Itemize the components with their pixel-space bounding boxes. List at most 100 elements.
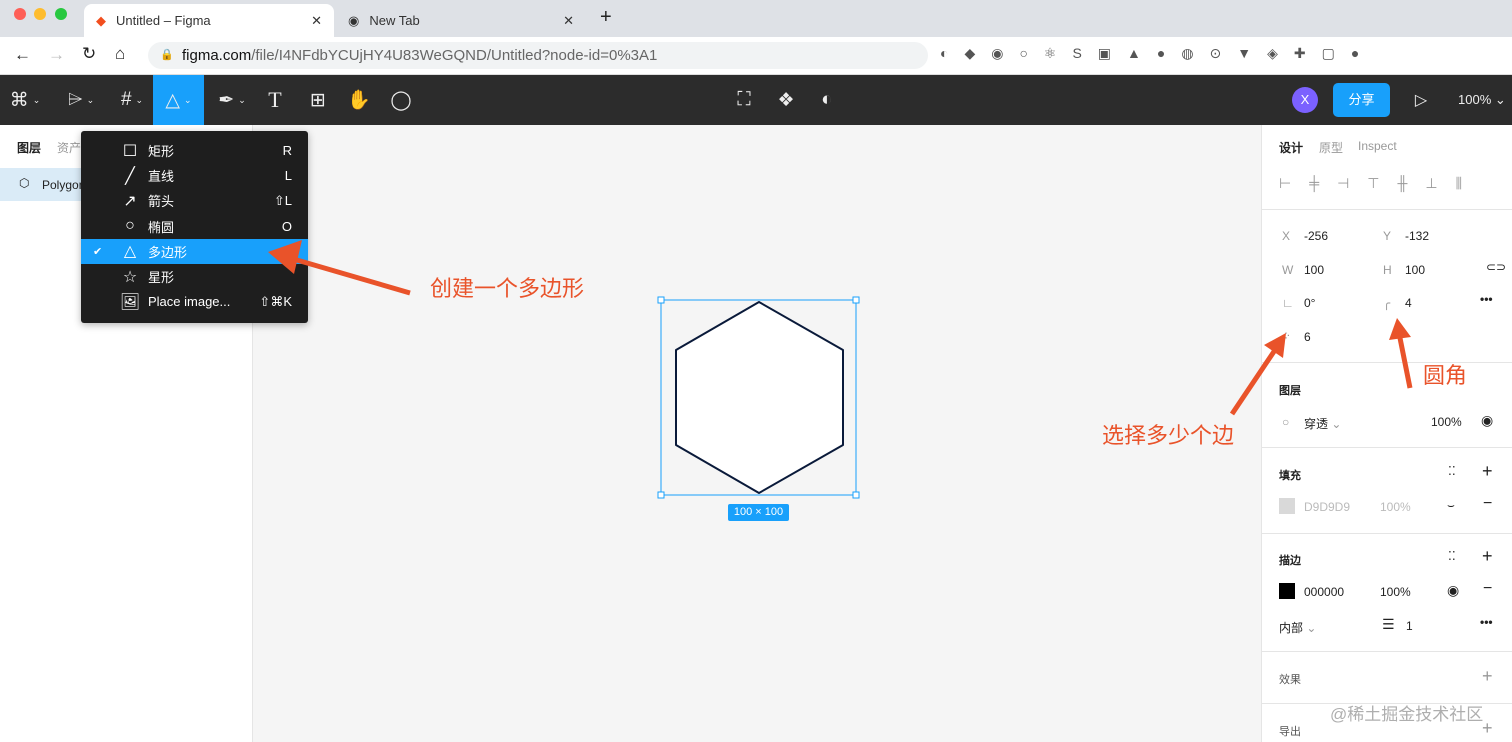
home-icon[interactable]: ⌂ — [115, 44, 125, 64]
shape-tool-button[interactable]: △ ⌄ — [153, 75, 204, 125]
stroke-swatch[interactable] — [1279, 583, 1295, 599]
blend-mode-dropdown[interactable]: 穿透 ⌄ — [1304, 415, 1341, 432]
hidden-eye-icon[interactable]: ⌣ — [1447, 498, 1455, 513]
add-effect-icon[interactable]: + — [1482, 666, 1493, 687]
extension-icons[interactable]: ◐◆◉○⚛S▣▲●◍⊙▼◈✚▢● — [940, 45, 1375, 62]
figma-toolbar: ⌘ ⌄ ⌲ ⌄ # ⌄ △ ⌄ ✒ ⌄ T ⊞ ✋ ◯ ⛶ ❖ ◐ X 分享 ▷ 100%… — [0, 75, 1512, 125]
present-button[interactable]: ▷ — [1410, 75, 1432, 125]
hexagon-shape[interactable] — [675, 301, 844, 494]
triangle-icon: △ — [165, 89, 181, 111]
polygon-icon: ⬡ — [19, 176, 30, 190]
minimize-window-button[interactable] — [34, 8, 46, 20]
more-options-icon[interactable]: ••• — [1480, 292, 1493, 306]
fill-swatch[interactable] — [1279, 498, 1295, 514]
frame-selection-icon: ⛶ — [737, 89, 751, 110]
x-input[interactable]: -256 — [1304, 229, 1328, 243]
forward-icon[interactable]: → — [48, 45, 65, 65]
layer-opacity-input[interactable]: 100% — [1431, 415, 1462, 429]
eye-icon[interactable]: ◉ — [1447, 582, 1459, 599]
point-count-icon: ⁘ — [1281, 329, 1292, 343]
figma-logo-icon: ⌘ — [9, 89, 29, 111]
tab-layers[interactable]: 图层 — [17, 139, 41, 156]
tab-title: Untitled – Figma — [116, 13, 211, 28]
menu-item-star[interactable]: ☆ 星形 — [81, 264, 308, 289]
polygon-icon: △ — [123, 243, 137, 261]
menu-label: 椭圆 — [148, 219, 175, 235]
more-options-icon[interactable]: ••• — [1480, 615, 1493, 629]
export-section-title: 导出 — [1279, 726, 1301, 738]
arrow-icon: ↗ — [123, 192, 137, 210]
main-menu-button[interactable]: ⌘ ⌄ — [6, 75, 44, 125]
frame-icon: # — [120, 89, 132, 110]
move-tool-button[interactable]: ⌲ ⌄ — [60, 75, 102, 125]
styles-icon[interactable]: ⁚⁚ — [1448, 464, 1456, 478]
close-window-button[interactable] — [14, 8, 26, 20]
menu-item-place-image[interactable]: 🖼 Place image... ⇧⌘K — [81, 289, 308, 314]
menu-item-arrow[interactable]: ↗ 箭头 ⇧L — [81, 188, 308, 213]
resources-icon: ⊞ — [310, 89, 326, 111]
reload-icon[interactable]: ↻ — [82, 44, 96, 64]
stroke-weight-input[interactable]: 1 — [1406, 619, 1413, 633]
hand-tool-button[interactable]: ✋ — [345, 75, 373, 125]
menu-item-line[interactable]: ╱ 直线 L — [81, 163, 308, 188]
tab-figma[interactable]: ◆ Untitled – Figma ✕ — [84, 4, 334, 37]
fill-opacity-input[interactable]: 100% — [1380, 500, 1411, 514]
styles-icon[interactable]: ⁚⁚ — [1448, 549, 1456, 563]
menu-item-ellipse[interactable]: ○ 椭圆 O — [81, 214, 308, 239]
stroke-section-title: 描边 — [1279, 555, 1301, 567]
constrain-proportions-icon[interactable]: ⊂⊃ — [1486, 260, 1506, 274]
rotation-input[interactable]: 0° — [1304, 296, 1315, 310]
figma-icon: ◆ — [96, 12, 106, 28]
tab-prototype[interactable]: 原型 — [1319, 139, 1343, 156]
ellipse-icon: ○ — [125, 217, 135, 235]
stroke-opacity-input[interactable]: 100% — [1380, 585, 1411, 599]
frame-tool-button[interactable]: # ⌄ — [112, 75, 152, 125]
close-tab-icon[interactable]: ✕ — [563, 13, 574, 29]
create-component-button[interactable]: ❖ — [772, 75, 800, 125]
point-count-input[interactable]: 6 — [1304, 330, 1311, 344]
width-input[interactable]: 100 — [1304, 263, 1324, 277]
maximize-window-button[interactable] — [55, 8, 67, 20]
menu-shortcut: R — [282, 143, 292, 159]
text-tool-button[interactable]: T — [262, 75, 288, 125]
stroke-position-dropdown[interactable]: 内部 ⌄ — [1279, 619, 1316, 636]
height-input[interactable]: 100 — [1405, 263, 1425, 277]
avatar[interactable]: X — [1292, 87, 1318, 113]
menu-item-polygon[interactable]: ✔ △ 多边形 — [81, 238, 308, 264]
url-input[interactable]: 🔒 figma.com/file/I4NFdbYCUjHY4U83WeGQND/… — [148, 42, 928, 69]
new-tab-button[interactable]: + — [600, 6, 612, 29]
fill-color-input[interactable]: D9D9D9 — [1304, 500, 1350, 514]
component-tool-button[interactable]: ⛶ — [730, 75, 758, 125]
tab-new-tab[interactable]: ◉ New Tab ✕ — [336, 4, 586, 37]
pen-tool-button[interactable]: ✒ ⌄ — [212, 75, 252, 125]
alignment-buttons[interactable]: ⊢╪⊣⊤╫⊥⫼ — [1279, 175, 1480, 192]
eye-icon[interactable]: ◉ — [1481, 412, 1493, 429]
tab-assets[interactable]: 资产 — [57, 139, 81, 156]
add-fill-icon[interactable]: + — [1482, 461, 1493, 482]
annotation-corner-radius: 圆角 — [1423, 363, 1468, 388]
menu-label: 直线 — [148, 169, 175, 185]
zoom-dropdown[interactable]: 100% ⌄ — [1458, 92, 1506, 108]
blend-mode-value: 穿透 — [1304, 417, 1329, 431]
mask-button[interactable]: ◐ — [813, 75, 841, 125]
remove-stroke-icon[interactable]: − — [1483, 580, 1492, 598]
comment-tool-button[interactable]: ◯ — [387, 75, 415, 125]
resources-button[interactable]: ⊞ — [304, 75, 332, 125]
add-export-icon[interactable]: + — [1482, 718, 1493, 739]
blend-icon: ○ — [1282, 415, 1290, 429]
size-label: 100 × 100 — [728, 504, 789, 521]
cursor-icon: ⌲ — [67, 89, 83, 110]
corner-radius-input[interactable]: 4 — [1405, 296, 1412, 310]
zoom-value: 100% — [1458, 92, 1492, 107]
remove-fill-icon[interactable]: − — [1483, 495, 1492, 513]
tab-design[interactable]: 设计 — [1279, 139, 1303, 156]
back-icon[interactable]: ← — [14, 45, 31, 65]
close-tab-icon[interactable]: ✕ — [311, 13, 322, 29]
stroke-position-value: 内部 — [1279, 621, 1304, 635]
menu-item-rectangle[interactable]: ☐ 矩形 R — [81, 138, 308, 163]
add-stroke-icon[interactable]: + — [1482, 546, 1493, 567]
stroke-color-input[interactable]: 000000 — [1304, 585, 1344, 599]
share-button[interactable]: 分享 — [1333, 83, 1390, 117]
y-input[interactable]: -132 — [1405, 229, 1429, 243]
tab-inspect[interactable]: Inspect — [1358, 139, 1397, 153]
